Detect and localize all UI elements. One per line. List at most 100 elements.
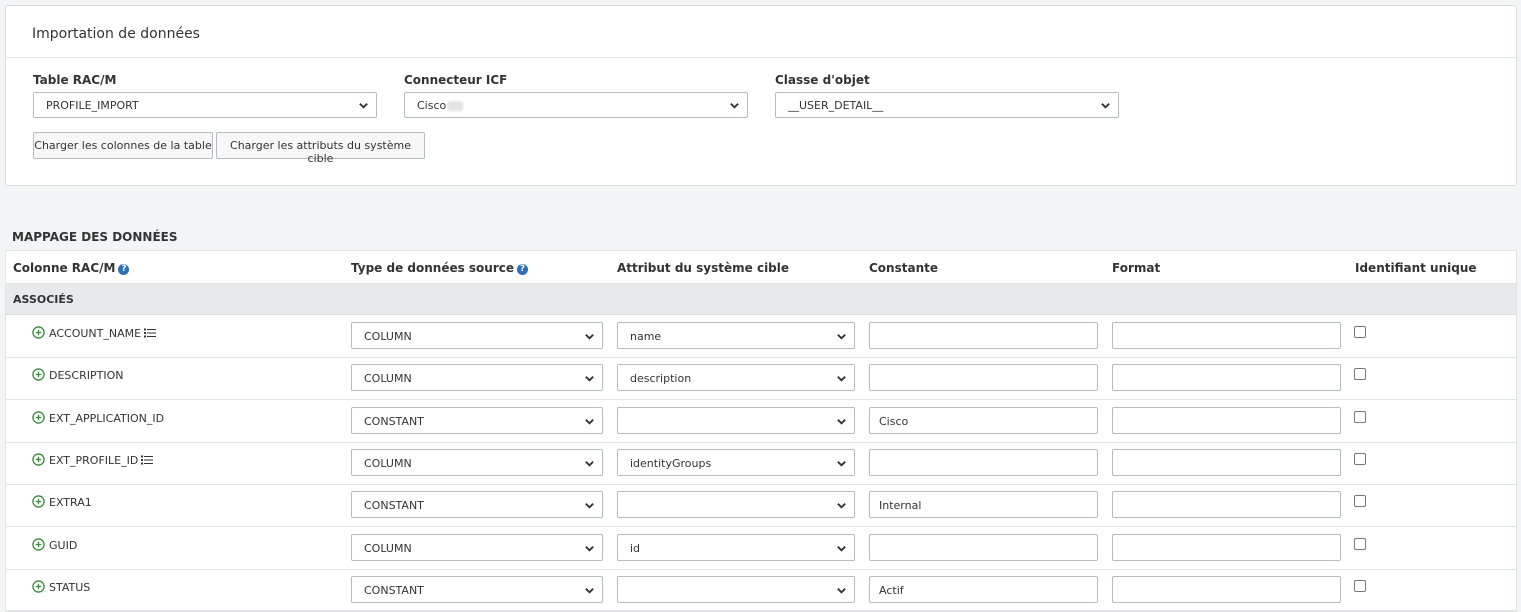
target-attribute-value: name xyxy=(630,330,662,343)
format-input[interactable] xyxy=(1112,575,1341,603)
format-input[interactable] xyxy=(1112,533,1341,561)
object-class-select[interactable]: __USER_DETAIL__ xyxy=(775,92,1119,118)
source-type-select[interactable]: COLUMN xyxy=(351,533,603,561)
connector-select-value: Cisco xyxy=(417,99,447,112)
format-input[interactable] xyxy=(1112,364,1341,392)
source-type-value: COLUMN xyxy=(364,456,412,470)
unique-id-checkbox[interactable] xyxy=(1354,537,1366,550)
plus-circle-icon[interactable] xyxy=(32,368,45,382)
column-name: EXTRA1 xyxy=(49,496,92,510)
plus-circle-icon[interactable] xyxy=(32,326,45,339)
import-panel: Importation de données Table RAC/M PROFI… xyxy=(5,5,1517,186)
source-type-value: CONSTANT xyxy=(364,499,424,513)
mapping-section-title: MAPPAGE DES DONNÉES xyxy=(12,230,178,244)
target-attribute-select[interactable]: id xyxy=(617,533,855,561)
table-select[interactable]: PROFILE_IMPORT xyxy=(33,92,377,118)
constant-input[interactable] xyxy=(869,322,1098,349)
help-icon[interactable]: ? xyxy=(517,264,529,275)
source-type-select[interactable]: COLUMN xyxy=(351,448,603,476)
plus-circle-icon[interactable] xyxy=(32,453,45,466)
source-type-value: CONSTANT xyxy=(364,583,424,597)
constant-input[interactable] xyxy=(869,448,1098,476)
table-row: EXT_PROFILE_ID COLUMN identityGroups xyxy=(6,442,1516,485)
table-label: Table RAC/M xyxy=(33,73,117,87)
unique-id-checkbox[interactable] xyxy=(1354,368,1366,381)
table-header: Colonne RAC/M? Type de données source? A… xyxy=(6,251,1516,284)
constant-input[interactable]: Cisco xyxy=(869,406,1098,434)
target-attribute-select[interactable]: name xyxy=(617,322,855,349)
source-type-select[interactable]: CONSTANT xyxy=(351,575,603,603)
chevron-down-icon xyxy=(585,418,594,425)
table-row: ACCOUNT_NAME COLUMN name xyxy=(6,315,1516,358)
table-row: GUID COLUMN id xyxy=(6,527,1516,570)
format-input[interactable] xyxy=(1112,322,1341,349)
column-name-cell: STATUS xyxy=(32,580,90,594)
plus-circle-icon[interactable] xyxy=(32,495,45,508)
column-name-cell: DESCRIPTION xyxy=(32,368,123,382)
redacted-text xyxy=(447,101,464,111)
unique-id-checkbox[interactable] xyxy=(1354,410,1366,423)
load-columns-button[interactable]: Charger les colonnes de la table xyxy=(33,132,213,159)
chevron-down-icon xyxy=(585,545,594,552)
connector-select[interactable]: Cisco xyxy=(404,92,748,118)
group-row-associes: ASSOCIÉS xyxy=(6,284,1516,315)
target-attribute-select[interactable]: description xyxy=(617,364,855,392)
list-icon[interactable] xyxy=(141,455,154,465)
chevron-down-icon xyxy=(837,418,846,425)
target-attribute-value: id xyxy=(630,541,641,555)
source-type-select[interactable]: COLUMN xyxy=(351,364,603,392)
plus-circle-icon[interactable] xyxy=(32,537,45,551)
column-name-cell: EXT_PROFILE_ID xyxy=(32,453,154,467)
target-attribute-select[interactable] xyxy=(617,406,855,434)
object-class-select-value: __USER_DETAIL__ xyxy=(788,99,884,112)
constant-input[interactable] xyxy=(869,364,1098,392)
table-select-value: PROFILE_IMPORT xyxy=(46,99,139,112)
column-name: GUID xyxy=(49,538,78,552)
source-type-select[interactable]: CONSTANT xyxy=(351,491,603,519)
source-type-select[interactable]: COLUMN xyxy=(351,322,603,349)
source-type-select[interactable]: CONSTANT xyxy=(351,406,603,434)
unique-id-checkbox[interactable] xyxy=(1354,326,1366,338)
source-type-value: COLUMN xyxy=(364,541,412,555)
constant-input[interactable] xyxy=(869,533,1098,561)
chevron-down-icon xyxy=(837,545,846,552)
column-name-cell: ACCOUNT_NAME xyxy=(32,326,157,340)
load-attributes-button[interactable]: Charger les attributs du système cible xyxy=(216,132,425,165)
table-row: EXTRA1 CONSTANT Internal xyxy=(6,484,1516,528)
unique-id-checkbox[interactable] xyxy=(1354,579,1366,592)
header-constant: Constante xyxy=(869,261,938,275)
chevron-down-icon xyxy=(359,103,368,109)
format-input[interactable] xyxy=(1112,406,1341,434)
column-name: STATUS xyxy=(49,580,91,594)
plus-circle-icon[interactable] xyxy=(32,410,45,424)
target-attribute-value: identityGroups xyxy=(630,456,712,470)
target-attribute-select[interactable] xyxy=(617,491,855,519)
chevron-down-icon xyxy=(837,460,846,467)
source-type-value: COLUMN xyxy=(364,372,412,386)
group-label: ASSOCIÉS xyxy=(13,293,74,306)
source-type-value: CONSTANT xyxy=(364,414,424,428)
target-attribute-select[interactable]: identityGroups xyxy=(617,448,855,476)
chevron-down-icon xyxy=(837,334,846,340)
help-icon[interactable]: ? xyxy=(118,264,130,275)
chevron-down-icon xyxy=(585,334,594,340)
plus-circle-icon[interactable] xyxy=(32,580,45,593)
header-source-type: Type de données source? xyxy=(351,261,529,275)
chevron-down-icon xyxy=(585,503,594,509)
chevron-down-icon xyxy=(837,376,846,382)
chevron-down-icon xyxy=(730,103,739,109)
target-attribute-value: description xyxy=(630,372,692,386)
list-icon[interactable] xyxy=(144,328,157,338)
chevron-down-icon xyxy=(585,587,594,594)
header-column-label: Colonne RAC/M xyxy=(13,261,116,275)
format-input[interactable] xyxy=(1112,491,1341,519)
unique-id-checkbox[interactable] xyxy=(1354,495,1366,508)
table-row: STATUS CONSTANT Actif xyxy=(6,569,1516,612)
constant-input[interactable]: Actif xyxy=(869,575,1098,603)
unique-id-checkbox[interactable] xyxy=(1354,452,1366,465)
target-attribute-select[interactable] xyxy=(617,575,855,603)
constant-input[interactable]: Internal xyxy=(869,491,1098,519)
column-name-cell: EXT_APPLICATION_ID xyxy=(32,410,164,425)
format-input[interactable] xyxy=(1112,448,1341,476)
table-row: EXT_APPLICATION_ID CONSTANT Cisco xyxy=(6,400,1516,443)
